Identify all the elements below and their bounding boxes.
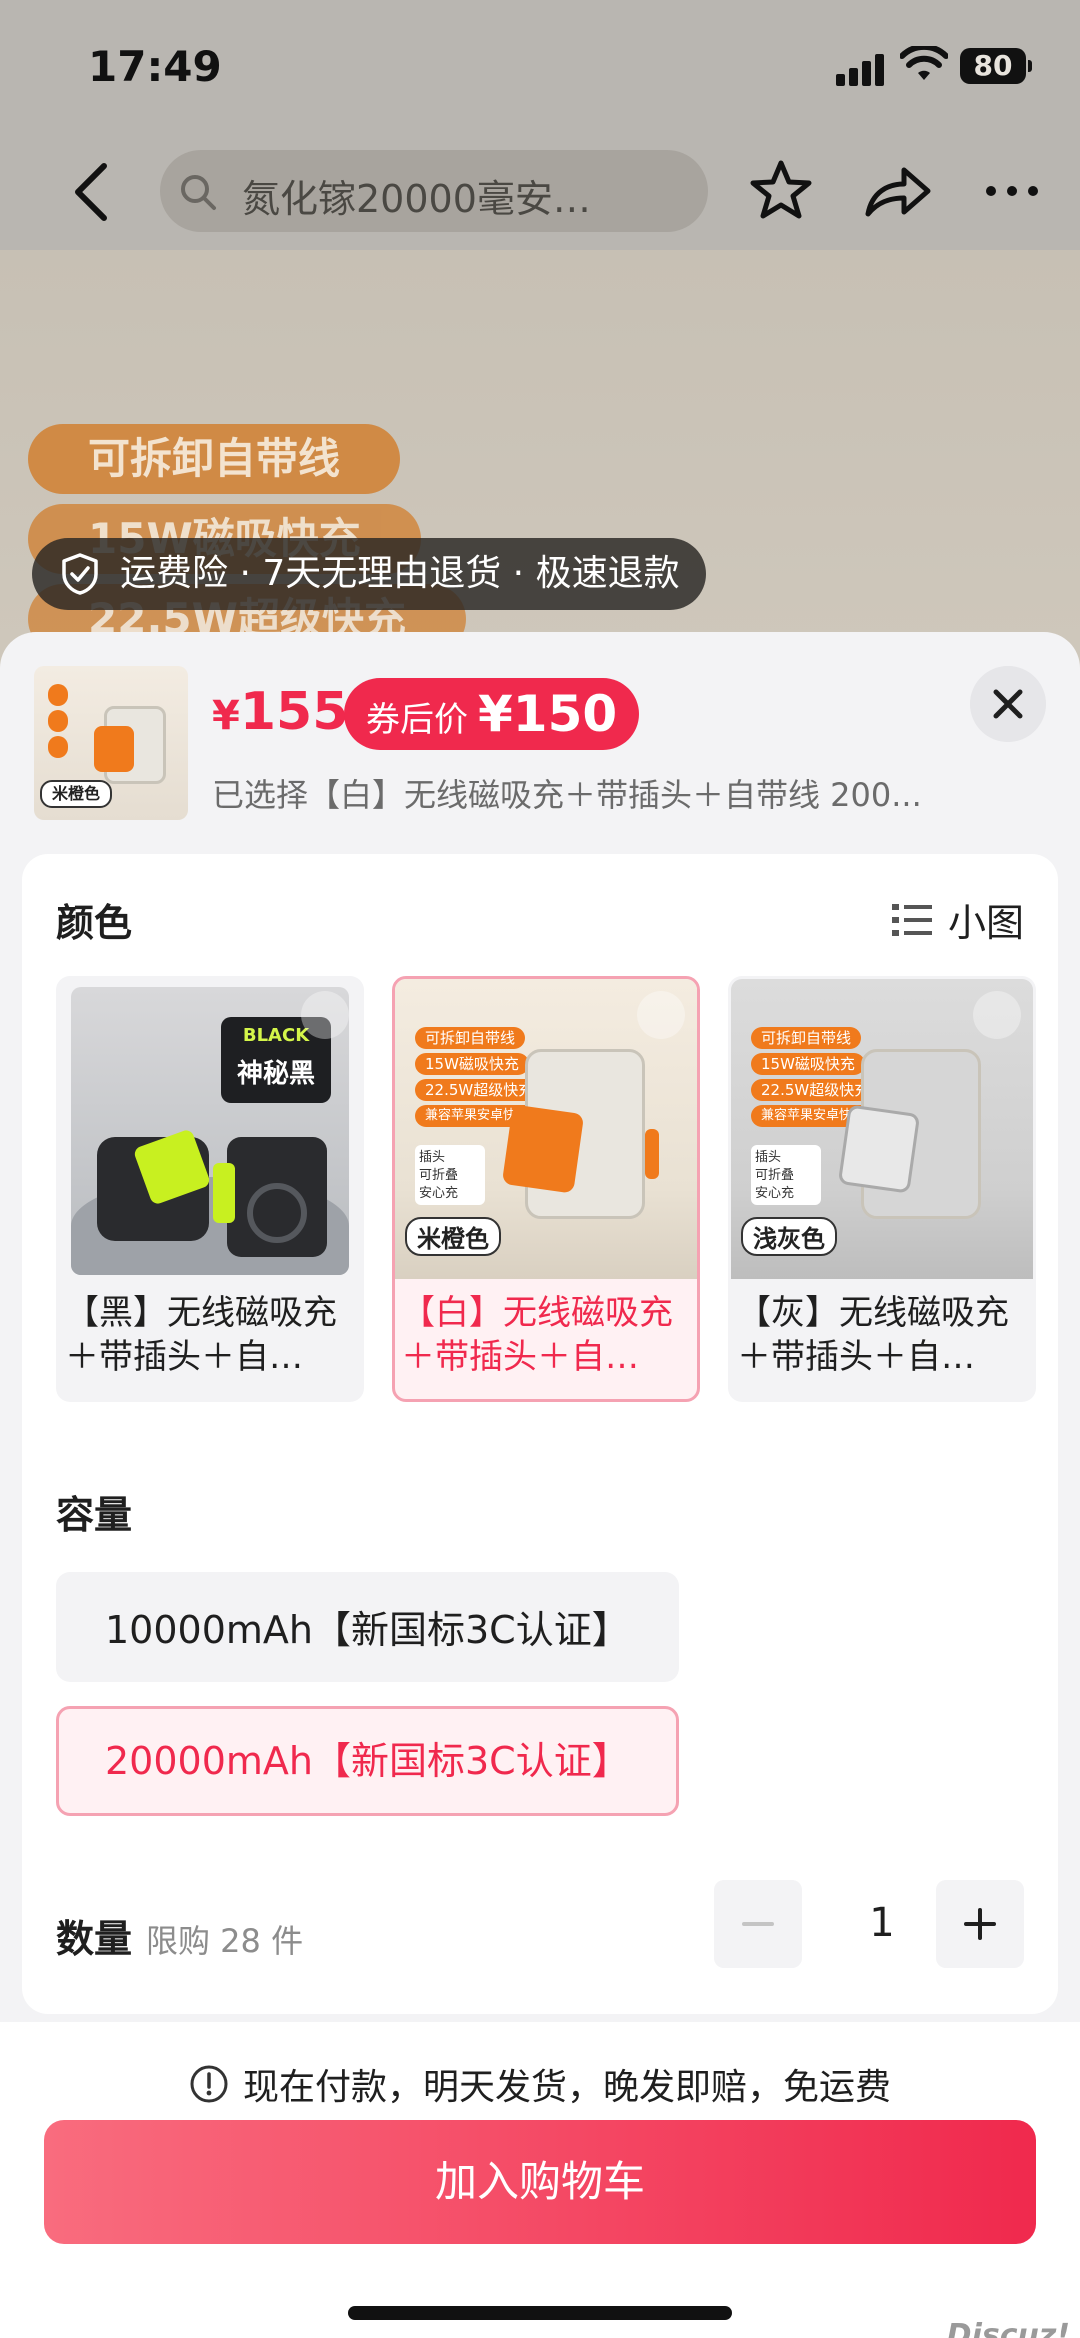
small-image-toggle[interactable]: 小图 [891, 892, 1024, 947]
hero-feature-pill: 可拆卸自带线 [28, 424, 401, 494]
color-section-title: 颜色 [56, 901, 133, 945]
color-option-label: 【灰】无线磁吸充＋带插头＋自… [737, 1293, 1009, 1377]
list-icon [891, 903, 932, 936]
sheet-header: 米橙色 ¥155 券后价 ¥150 已选择【白】无线磁吸充＋带插头＋自带线 20… [0, 632, 1080, 852]
quantity-minus-button[interactable] [714, 1880, 802, 1968]
sku-options-card: 颜色 小图 BLACK 神秘黑 【黑】无线磁吸充＋带插头＋自… 可拆卸自带线 1… [22, 854, 1058, 2014]
quantity-title: 数量 [56, 1917, 133, 1961]
sheet-footer: 现在付款，明天发货，晚发即赔，免运费 加入购物车 Discuz! [0, 2022, 1080, 2338]
expand-image-icon[interactable] [973, 991, 1021, 1039]
capacity-option-20000[interactable]: 20000mAh【新国标3C认证】 [56, 1706, 679, 1816]
shield-check-icon [62, 553, 98, 595]
info-exclamation-icon [190, 2065, 228, 2103]
search-text: 氮化镓20000毫安… [242, 177, 591, 221]
expand-image-icon[interactable] [637, 991, 685, 1039]
wifi-icon [900, 46, 948, 80]
watermark: Discuz! [946, 2318, 1070, 2338]
color-option-white[interactable]: 可拆卸自带线 15W磁吸快充 22.5W超级快充 兼容苹果安卓快充 插头 可折叠… [392, 976, 700, 1402]
more-dots-icon[interactable] [984, 180, 1040, 202]
quantity-value[interactable]: 1 [842, 1900, 922, 1946]
service-guarantee-text: 运费险 · 7天无理由退货 · 极速退款 [120, 553, 680, 594]
current-price: ¥155 [212, 682, 349, 742]
add-to-cart-button[interactable]: 加入购物车 [44, 2120, 1036, 2244]
thumbnail-color-tag: 米橙色 [40, 780, 113, 808]
back-arrow-icon[interactable] [68, 162, 118, 222]
service-guarantee-bar[interactable]: 运费险 · 7天无理由退货 · 极速退款 [32, 538, 706, 610]
expand-image-icon[interactable] [301, 991, 349, 1039]
quantity-limit: 限购 28 件 [146, 1922, 304, 1960]
status-time: 17:49 [88, 42, 222, 91]
status-bar: 17:49 80 [0, 0, 1080, 130]
color-option-label: 【黑】无线磁吸充＋带插头＋自… [65, 1293, 337, 1377]
close-icon[interactable] [970, 666, 1046, 742]
home-indicator[interactable] [348, 2306, 732, 2320]
color-option-label: 【白】无线磁吸充＋带插头＋自… [401, 1293, 673, 1377]
share-icon[interactable] [862, 162, 932, 220]
capacity-option-10000[interactable]: 10000mAh【新国标3C认证】 [56, 1572, 679, 1682]
star-favorite-icon[interactable] [748, 158, 814, 224]
search-icon [181, 175, 216, 210]
search-input[interactable]: 氮化镓20000毫安… [160, 150, 708, 232]
color-option-grey[interactable]: 可拆卸自带线 15W磁吸快充 22.5W超级快充 兼容苹果安卓快充 插头 可折叠… [728, 976, 1036, 1402]
color-option-black[interactable]: BLACK 神秘黑 【黑】无线磁吸充＋带插头＋自… [56, 976, 364, 1402]
battery-icon: 80 [960, 48, 1032, 84]
cellular-signal-icon [836, 52, 886, 86]
image-color-tag: 浅灰色 [741, 1217, 837, 1256]
image-color-tag: 米橙色 [405, 1217, 501, 1256]
coupon-price-badge: 券后价 ¥150 [344, 678, 640, 750]
quantity-plus-button[interactable] [936, 1880, 1024, 1968]
selected-sku-summary: 已选择【白】无线磁吸充＋带插头＋自带线 200... [212, 776, 922, 814]
shipping-notice: 现在付款，明天发货，晚发即赔，免运费 [0, 2058, 1080, 2110]
selected-product-thumbnail[interactable]: 米橙色 [34, 666, 188, 820]
capacity-section-title: 容量 [56, 1493, 133, 1537]
sku-selector-sheet: 米橙色 ¥155 券后价 ¥150 已选择【白】无线磁吸充＋带插头＋自带线 20… [0, 632, 1080, 2338]
